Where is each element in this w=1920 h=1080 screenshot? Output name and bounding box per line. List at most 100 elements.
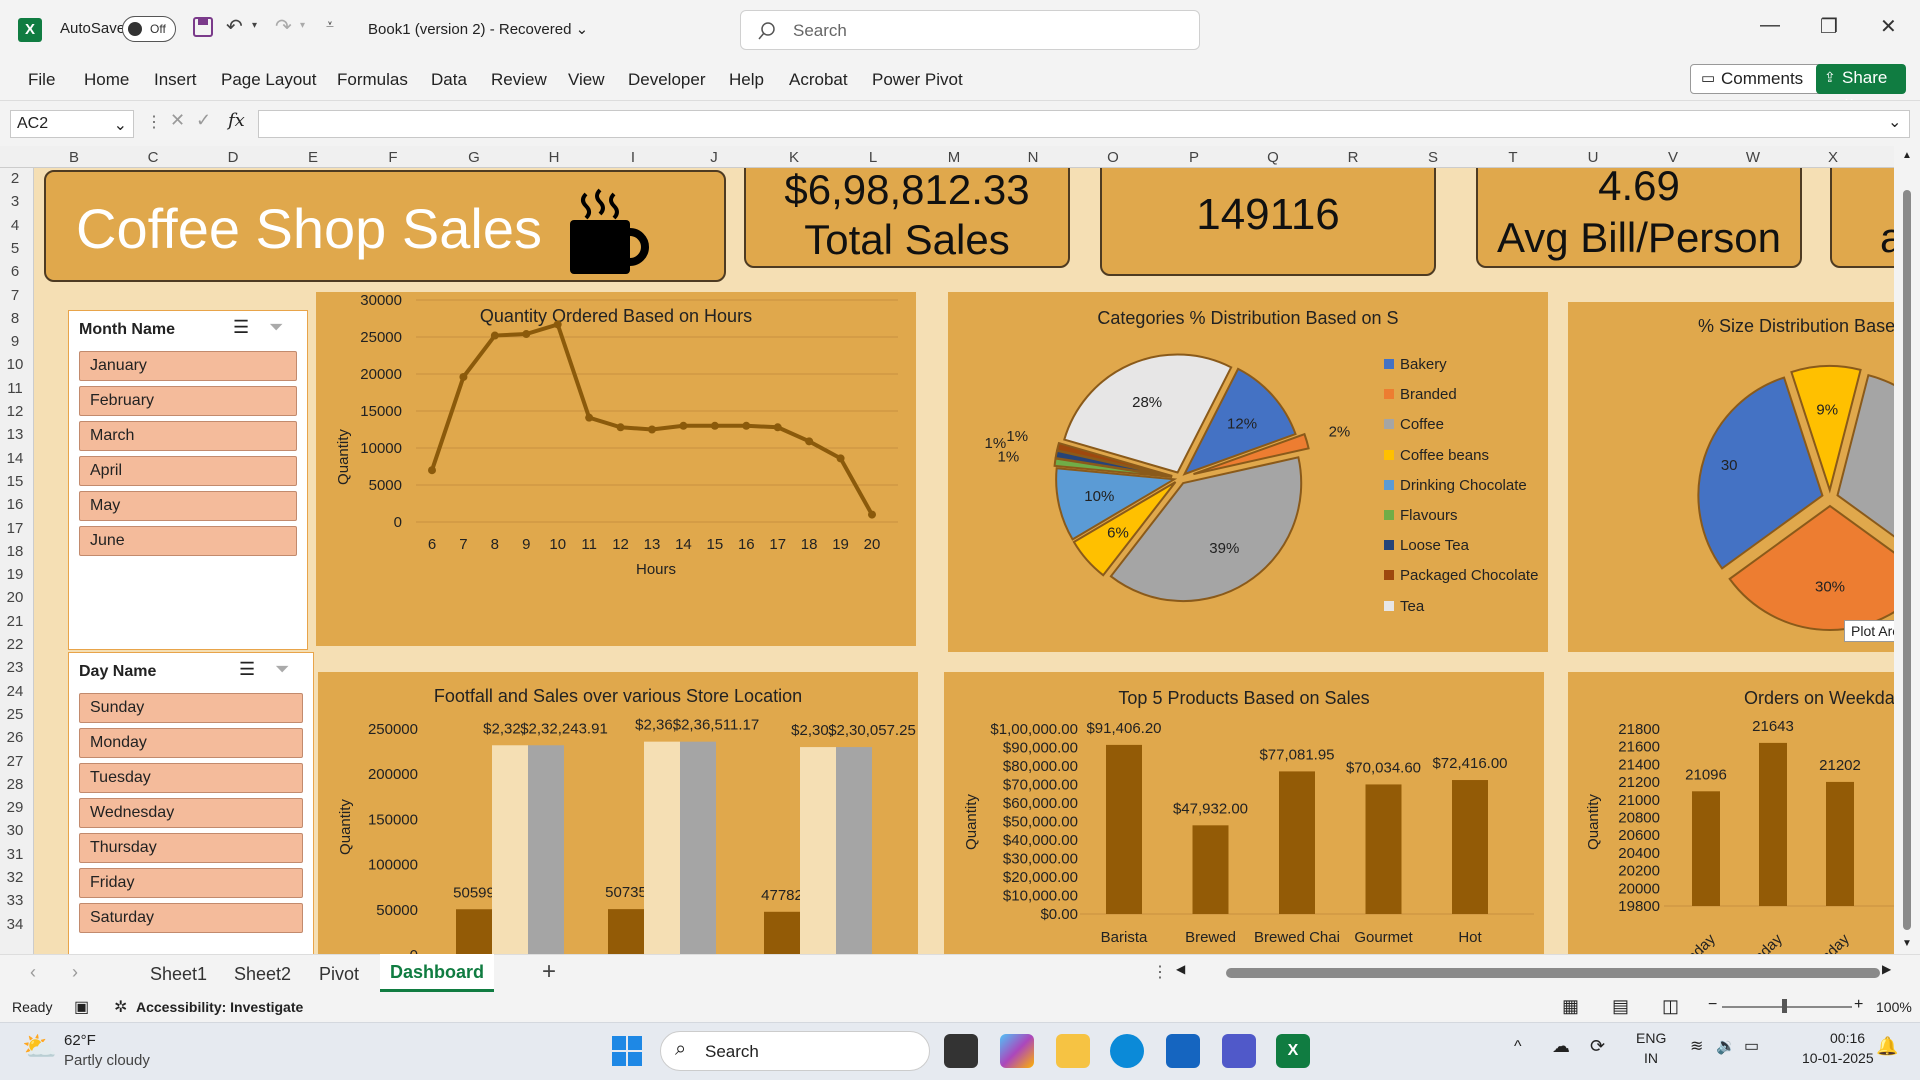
maximize-icon[interactable]: ❐ bbox=[1820, 14, 1838, 39]
macro-record-icon[interactable]: ▣ bbox=[74, 997, 89, 1017]
total-orders-card[interactable]: 149116 bbox=[1100, 168, 1436, 276]
column-header-H[interactable]: H bbox=[539, 149, 569, 166]
notification-bell-icon[interactable]: 🔔 bbox=[1876, 1036, 1898, 1057]
column-header-G[interactable]: G bbox=[459, 149, 489, 166]
row-header-11[interactable]: 11 bbox=[0, 380, 30, 397]
column-header-T[interactable]: T bbox=[1498, 149, 1528, 166]
store-icon[interactable] bbox=[1166, 1034, 1200, 1068]
slicer-item-june[interactable]: June bbox=[79, 526, 297, 556]
row-header-6[interactable]: 6 bbox=[0, 263, 30, 280]
column-header-L[interactable]: L bbox=[858, 149, 888, 166]
row-header-28[interactable]: 28 bbox=[0, 776, 30, 793]
weather-desc[interactable]: Partly cloudy bbox=[64, 1052, 150, 1069]
sync-icon[interactable]: ⟳ bbox=[1590, 1036, 1605, 1057]
row-header-24[interactable]: 24 bbox=[0, 683, 30, 700]
clock-time[interactable]: 00:16 bbox=[1830, 1030, 1865, 1046]
column-header-V[interactable]: V bbox=[1658, 149, 1688, 166]
column-header-R[interactable]: R bbox=[1338, 149, 1368, 166]
column-header-K[interactable]: K bbox=[779, 149, 809, 166]
horizontal-scroll-thumb[interactable] bbox=[1226, 968, 1880, 978]
tab-home[interactable]: Home bbox=[84, 70, 129, 90]
tab-options-icon[interactable]: ⋮ bbox=[1152, 962, 1168, 982]
tab-help[interactable]: Help bbox=[729, 70, 764, 90]
insert-function-icon[interactable]: fx bbox=[228, 110, 245, 131]
tab-formulas[interactable]: Formulas bbox=[337, 70, 408, 90]
tab-view[interactable]: View bbox=[568, 70, 605, 90]
language-eng[interactable]: ENG bbox=[1636, 1030, 1666, 1046]
sheet-tab-sheet1[interactable]: Sheet1 bbox=[150, 964, 207, 985]
tab-review[interactable]: Review bbox=[491, 70, 547, 90]
row-header-20[interactable]: 20 bbox=[0, 589, 30, 606]
slicer-item-sunday[interactable]: Sunday bbox=[79, 693, 303, 723]
column-header-O[interactable]: O bbox=[1098, 149, 1128, 166]
file-explorer-icon[interactable] bbox=[1056, 1034, 1090, 1068]
row-header-14[interactable]: 14 bbox=[0, 450, 30, 467]
multi-select-icon[interactable]: ☰ bbox=[233, 317, 249, 338]
normal-view-icon[interactable]: ▦ bbox=[1562, 996, 1579, 1017]
customize-toolbar-icon[interactable]: ⩡ bbox=[326, 16, 334, 33]
row-header-18[interactable]: 18 bbox=[0, 543, 30, 560]
start-button[interactable] bbox=[612, 1036, 642, 1071]
scroll-right-icon[interactable]: ▶ bbox=[1882, 962, 1891, 976]
redo-dropdown-icon[interactable]: ▾ bbox=[300, 20, 305, 31]
title-card[interactable]: Coffee Shop Sales bbox=[44, 170, 726, 282]
zoom-slider[interactable] bbox=[1722, 1006, 1852, 1008]
tab-data[interactable]: Data bbox=[431, 70, 467, 90]
clear-filter-icon[interactable]: ⏷ bbox=[275, 659, 289, 680]
tab-power-pivot[interactable]: Power Pivot bbox=[872, 70, 963, 90]
clear-filter-icon[interactable]: ⏷ bbox=[269, 317, 283, 338]
next-sheet-icon[interactable]: › bbox=[72, 962, 78, 983]
column-header-P[interactable]: P bbox=[1179, 149, 1209, 166]
store-location-bar-chart[interactable]: Footfall and Sales over various Store Lo… bbox=[318, 672, 918, 954]
minimize-icon[interactable]: — bbox=[1760, 14, 1780, 37]
row-header-25[interactable]: 25 bbox=[0, 706, 30, 723]
row-header-17[interactable]: 17 bbox=[0, 520, 30, 537]
day-slicer[interactable]: Day Name ☰ ⏷ Sunday Monday Tuesday Wedne… bbox=[68, 652, 314, 954]
column-header-D[interactable]: D bbox=[218, 149, 248, 166]
avg-bill-card[interactable]: 4.69 Avg Bill/Person bbox=[1476, 168, 1802, 268]
page-break-view-icon[interactable]: ◫ bbox=[1662, 996, 1679, 1017]
save-icon[interactable] bbox=[192, 16, 214, 44]
tab-acrobat[interactable]: Acrobat bbox=[789, 70, 848, 90]
category-pie-chart[interactable]: Categories % Distribution Based on S 12%… bbox=[948, 292, 1548, 652]
sheet-tab-pivot[interactable]: Pivot bbox=[319, 964, 359, 985]
more-icon[interactable]: ⋮ bbox=[146, 112, 162, 132]
page-layout-view-icon[interactable]: ▤ bbox=[1612, 996, 1629, 1017]
row-header-30[interactable]: 30 bbox=[0, 822, 30, 839]
weather-icon[interactable]: ⛅ bbox=[22, 1030, 57, 1063]
column-header-C[interactable]: C bbox=[138, 149, 168, 166]
row-header-3[interactable]: 3 bbox=[0, 193, 30, 210]
scroll-thumb[interactable] bbox=[1903, 190, 1911, 930]
column-header-U[interactable]: U bbox=[1578, 149, 1608, 166]
accessibility-status[interactable]: Accessibility: Investigate bbox=[136, 999, 303, 1015]
row-header-32[interactable]: 32 bbox=[0, 869, 30, 886]
prev-sheet-icon[interactable]: ‹ bbox=[30, 962, 36, 983]
undo-icon[interactable]: ↶ bbox=[226, 14, 243, 39]
slicer-item-may[interactable]: May bbox=[79, 491, 297, 521]
row-header-33[interactable]: 33 bbox=[0, 892, 30, 909]
slicer-item-monday[interactable]: Monday bbox=[79, 728, 303, 758]
zoom-in-icon[interactable]: + bbox=[1854, 996, 1863, 1014]
redo-icon[interactable]: ↷ bbox=[275, 14, 292, 39]
row-header-27[interactable]: 27 bbox=[0, 753, 30, 770]
month-slicer[interactable]: Month Name ☰ ⏷ January February March Ap… bbox=[68, 310, 308, 650]
row-header-15[interactable]: 15 bbox=[0, 473, 30, 490]
task-view-icon[interactable] bbox=[944, 1034, 978, 1068]
share-button[interactable]: ⇪ Share ⌄ bbox=[1816, 64, 1906, 107]
row-header-23[interactable]: 23 bbox=[0, 659, 30, 676]
tab-insert[interactable]: Insert bbox=[154, 70, 197, 90]
accessibility-icon[interactable]: ✲ bbox=[114, 997, 127, 1017]
row-header-22[interactable]: 22 bbox=[0, 636, 30, 653]
sheet-tab-sheet2[interactable]: Sheet2 bbox=[234, 964, 291, 985]
column-header-I[interactable]: I bbox=[618, 149, 648, 166]
row-header-31[interactable]: 31 bbox=[0, 846, 30, 863]
slicer-item-tuesday[interactable]: Tuesday bbox=[79, 763, 303, 793]
weekday-bar-chart[interactable]: Orders on Weekda 19800 20000 20200 20400 206… bbox=[1568, 672, 1894, 954]
language-in[interactable]: IN bbox=[1644, 1050, 1658, 1066]
row-header-34[interactable]: 34 bbox=[0, 916, 30, 933]
slicer-item-march[interactable]: March bbox=[79, 421, 297, 451]
enter-icon[interactable]: ✓ bbox=[196, 110, 211, 131]
zoom-out-icon[interactable]: − bbox=[1708, 996, 1717, 1014]
row-header-9[interactable]: 9 bbox=[0, 333, 30, 350]
weather-temp[interactable]: 62°F bbox=[64, 1032, 96, 1049]
